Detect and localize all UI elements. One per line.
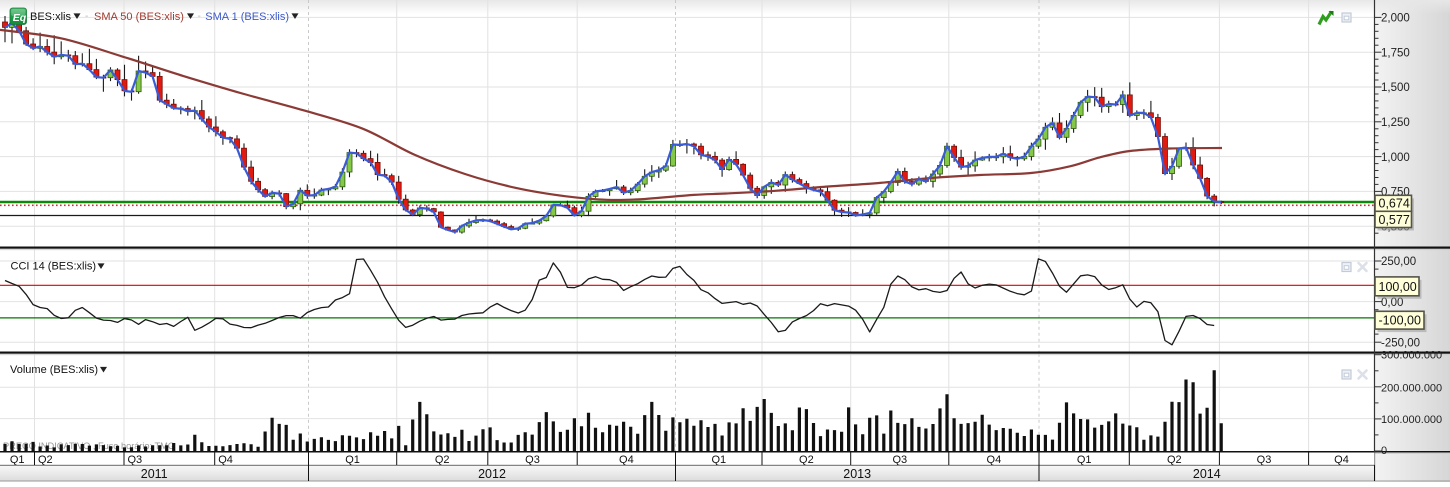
svg-text:1,750: 1,750 (1381, 47, 1410, 59)
svg-text:-: - (198, 11, 201, 22)
svg-text:Q3: Q3 (525, 454, 540, 466)
svg-text:2012: 2012 (478, 467, 506, 481)
svg-text:Q4: Q4 (619, 454, 634, 466)
svg-text:-: - (85, 11, 88, 22)
svg-text:Q3: Q3 (1257, 454, 1272, 466)
svg-text:BES:xlis: BES:xlis (30, 11, 71, 23)
svg-text:1,000: 1,000 (1381, 152, 1410, 164)
svg-text:2,000: 2,000 (1381, 13, 1410, 25)
svg-text:Q3: Q3 (128, 454, 143, 466)
svg-text:Q1: Q1 (711, 454, 726, 466)
svg-text:200.000.000: 200.000.000 (1381, 382, 1442, 394)
svg-text:-250,00: -250,00 (1381, 337, 1420, 349)
svg-text:Q4: Q4 (987, 454, 1002, 466)
svg-text:250,00: 250,00 (1381, 256, 1416, 268)
svg-text:100,00: 100,00 (1379, 280, 1417, 294)
svg-text:SMA 1 (BES:xlis): SMA 1 (BES:xlis) (205, 11, 289, 23)
svg-text:Q4: Q4 (1334, 454, 1349, 466)
svg-text:Q3: Q3 (892, 454, 907, 466)
svg-text:0,577: 0,577 (1379, 213, 1410, 227)
svg-text:SMA 50 (BES:xlis): SMA 50 (BES:xlis) (94, 11, 184, 23)
svg-text:Q2: Q2 (38, 454, 53, 466)
svg-text:100.000.000: 100.000.000 (1381, 414, 1442, 426)
svg-text:Q2: Q2 (1167, 454, 1182, 466)
svg-text:0,674: 0,674 (1379, 197, 1410, 211)
svg-text:Q1: Q1 (1077, 454, 1092, 466)
svg-text:1,250: 1,250 (1381, 117, 1410, 129)
svg-text:1,500: 1,500 (1381, 82, 1410, 94)
svg-text:2011: 2011 (141, 467, 168, 481)
svg-text:300.000.000: 300.000.000 (1381, 350, 1442, 362)
svg-text:0: 0 (1381, 445, 1387, 457)
svg-text:Q4: Q4 (218, 454, 233, 466)
svg-text:Eq: Eq (13, 12, 27, 24)
svg-text:Q2: Q2 (435, 454, 450, 466)
svg-text:Q2: Q2 (799, 454, 814, 466)
svg-text:CCI 14 (BES:xlis): CCI 14 (BES:xlis) (11, 261, 97, 273)
svg-text:2013: 2013 (843, 467, 871, 481)
svg-text:-100,00: -100,00 (1379, 314, 1421, 328)
svg-text:2014: 2014 (1193, 467, 1221, 481)
svg-text:Q1: Q1 (10, 454, 25, 466)
svg-text:Q1: Q1 (345, 454, 360, 466)
svg-text:Volume (BES:xlis): Volume (BES:xlis) (10, 364, 98, 376)
